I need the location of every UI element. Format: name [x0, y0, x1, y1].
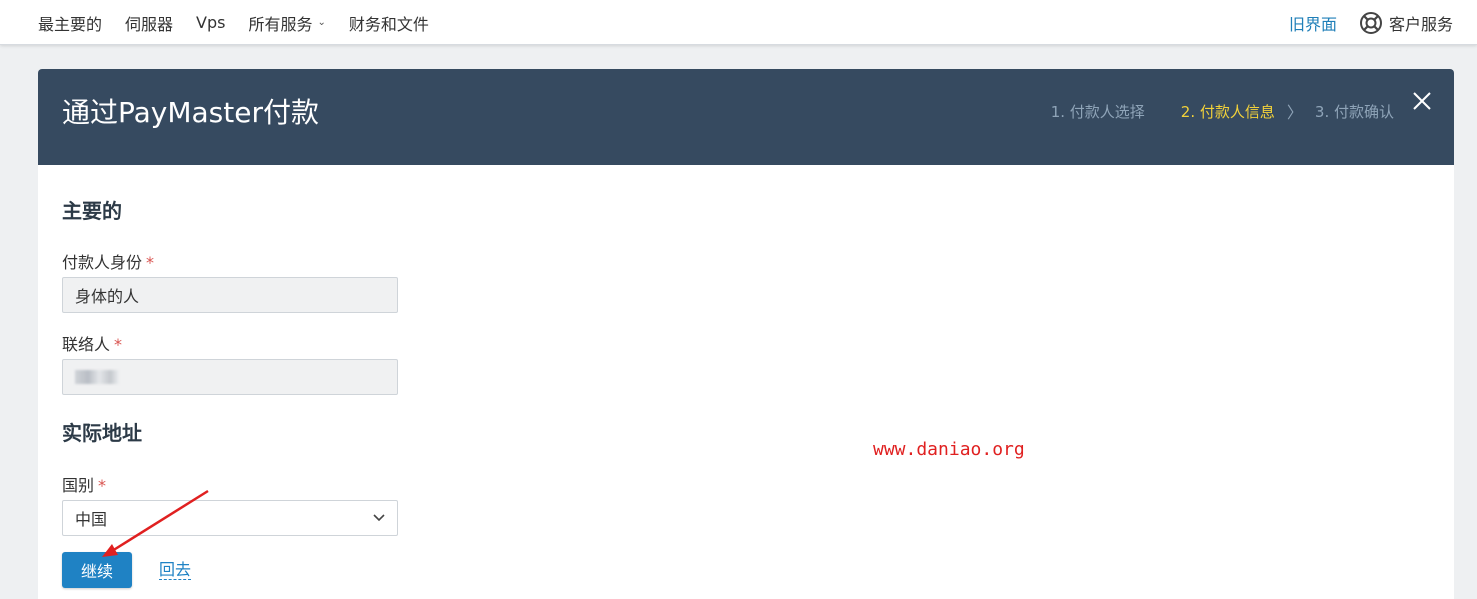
label-text: 国别 [62, 476, 95, 495]
required-mark: * [98, 476, 107, 495]
step-payer-selection: 1. 付款人选择 [1050, 102, 1145, 121]
nav-item-vps[interactable]: Vps [196, 13, 225, 32]
step-separator-icon: 〉 [1286, 103, 1303, 122]
chevron-down-icon [373, 514, 385, 522]
customer-support-link[interactable]: 客户服务 [1359, 11, 1453, 35]
nav-item-servers[interactable]: 伺服器 [125, 11, 173, 35]
back-link[interactable]: 回去 [159, 561, 192, 580]
nav-item-finance[interactable]: 财务和文件 [349, 11, 429, 35]
payment-modal: 通过PayMaster付款 1. 付款人选择 2. 付款人信息 〉 3. 付款确… [38, 69, 1454, 599]
step-payment-confirm: 3. 付款确认 [1314, 102, 1394, 121]
nav-item-label: 伺服器 [125, 14, 174, 34]
label-text: 联络人 [62, 335, 111, 354]
watermark-text: www.daniao.org [873, 439, 1025, 460]
step-payer-info: 2. 付款人信息 [1180, 102, 1275, 121]
label-text: 付款人身份 [62, 253, 143, 272]
nav-item-all-services[interactable]: 所有服务 ⌄ [248, 11, 325, 35]
payer-status-label: 付款人身份 * [62, 249, 154, 273]
continue-button[interactable]: 继续 [62, 552, 132, 588]
top-navbar: 最主要的 伺服器 Vps 所有服务 ⌄ 财务和文件 旧界面 客户服务 [0, 0, 1477, 45]
payer-status-value: 身体的人 [75, 287, 140, 306]
payer-status-field[interactable]: 身体的人 [62, 277, 398, 313]
lifebuoy-icon [1359, 11, 1382, 34]
contact-label: 联络人 * [62, 331, 122, 355]
country-label: 国别 * [62, 472, 106, 496]
nav-item-main[interactable]: 最主要的 [38, 11, 102, 35]
support-label: 客户服务 [1388, 14, 1453, 34]
required-mark: * [146, 253, 155, 272]
nav-item-label: Vps [196, 13, 226, 32]
contact-field[interactable] [62, 359, 398, 395]
section-title-main: 主要的 [62, 199, 122, 223]
nav-item-label: 最主要的 [38, 14, 103, 34]
redacted-contact [75, 370, 119, 384]
section-title-address: 实际地址 [62, 421, 142, 445]
nav-item-label: 财务和文件 [348, 14, 429, 34]
chevron-down-icon: ⌄ [317, 17, 326, 28]
main-menu: 最主要的 伺服器 Vps 所有服务 ⌄ 财务和文件 [38, 0, 452, 45]
nav-right-group: 旧界面 客户服务 [1289, 0, 1453, 45]
country-value: 中国 [75, 510, 108, 529]
required-mark: * [114, 335, 123, 354]
modal-title: 通过PayMaster付款 [62, 96, 319, 129]
modal-header: 通过PayMaster付款 1. 付款人选择 2. 付款人信息 〉 3. 付款确… [38, 69, 1454, 165]
wizard-steps: 1. 付款人选择 2. 付款人信息 〉 3. 付款确认 [1051, 99, 1394, 123]
old-interface-link[interactable]: 旧界面 [1289, 11, 1337, 35]
close-icon[interactable] [1412, 91, 1432, 111]
country-select[interactable]: 中国 [62, 500, 398, 536]
nav-item-label: 所有服务 [248, 14, 313, 34]
modal-body: 主要的 付款人身份 * 身体的人 联络人 * 实际地址 国别 * 中国 继续 回去 [62, 165, 1454, 599]
